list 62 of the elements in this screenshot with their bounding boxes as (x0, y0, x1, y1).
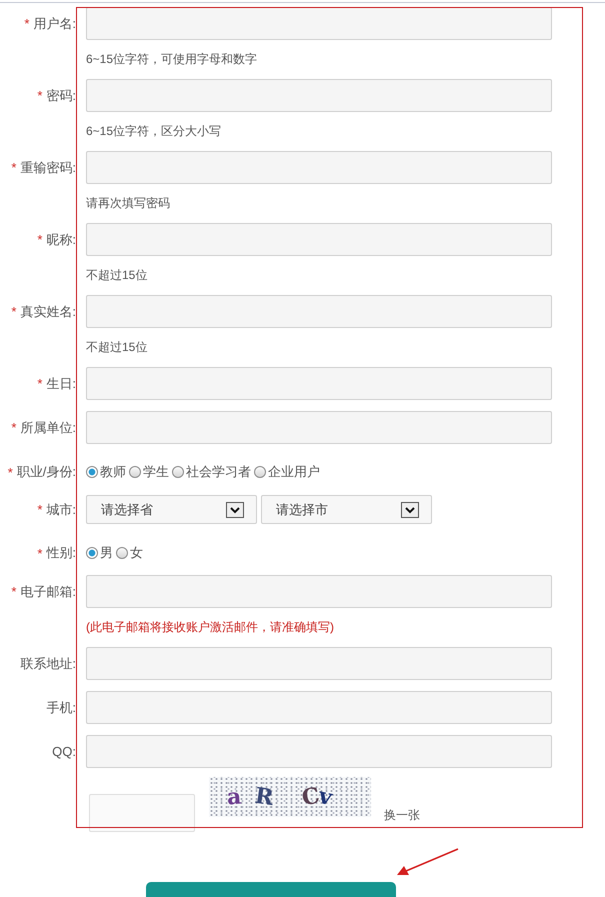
field-label: 昵称: (46, 230, 76, 248)
field-label: 重输密码: (20, 158, 76, 176)
radio-button[interactable] (86, 547, 98, 559)
required-asterisk: * (11, 420, 16, 435)
field-label: 城市: (46, 500, 76, 518)
radio-label: 女 (130, 544, 143, 562)
required-asterisk: * (37, 232, 42, 247)
required-asterisk: * (37, 376, 42, 391)
required-asterisk: * (11, 160, 16, 175)
chevron-down-icon (226, 502, 244, 518)
required-asterisk: * (37, 502, 42, 517)
radio-label: 男 (100, 544, 113, 562)
captcha-image: a R Cv (209, 777, 371, 817)
field-label: 职业/身份: (16, 463, 76, 481)
refresh-link[interactable]: 换一张 (384, 807, 420, 824)
text-input[interactable] (86, 79, 552, 112)
required-asterisk: * (24, 16, 30, 31)
field-label: 生日: (46, 374, 76, 392)
radio-button[interactable] (254, 466, 266, 478)
field-label: QQ: (52, 744, 76, 759)
text-input[interactable] (86, 7, 552, 40)
field-label: 联系地址: (20, 654, 76, 672)
field-label: 真实姓名: (20, 302, 76, 320)
captcha-input[interactable] (89, 794, 195, 832)
text-input[interactable] (86, 575, 552, 608)
field-label: 所属单位: (20, 418, 76, 436)
radio-button[interactable] (86, 466, 98, 478)
hint-text: 6~15位字符，区分大小写 (86, 123, 222, 140)
hint-text: 不超过15位 (86, 339, 148, 356)
hint-text: 不超过15位 (86, 267, 148, 284)
hint-text: 6~15位字符，可使用字母和数字 (86, 51, 258, 68)
dropdown-select[interactable]: 请选择市 (261, 495, 432, 524)
text-input[interactable] (86, 691, 552, 724)
required-asterisk: * (11, 584, 16, 599)
required-asterisk: * (8, 464, 13, 480)
radio-button[interactable] (172, 466, 184, 478)
warning-text: (此电子邮箱将接收账户激活邮件，请准确填写) (86, 619, 334, 636)
field-label: 手机: (46, 698, 76, 716)
radio-button[interactable] (129, 466, 141, 478)
text-input[interactable] (86, 151, 552, 184)
field-label: 性别: (46, 544, 76, 562)
chevron-down-icon (401, 502, 419, 518)
required-asterisk: * (37, 88, 42, 103)
radio-button[interactable] (116, 547, 128, 559)
text-input[interactable] (86, 295, 552, 328)
field-label: 用户名: (33, 14, 76, 32)
text-input[interactable] (86, 411, 552, 444)
text-input[interactable] (86, 647, 552, 680)
dropdown-select[interactable]: 请选择省 (86, 495, 257, 524)
radio-label: 学生 (143, 463, 169, 481)
radio-label: 企业用户 (268, 463, 320, 481)
required-asterisk: * (11, 304, 16, 319)
radio-label: 教师 (100, 463, 126, 481)
annotation-arrow (396, 847, 460, 877)
radio-label: 社会学习者 (186, 463, 251, 481)
text-input[interactable] (86, 367, 552, 400)
text-input[interactable] (86, 735, 552, 768)
field-label: 密码: (46, 86, 76, 104)
field-label: 电子邮箱: (20, 582, 76, 600)
required-asterisk: * (37, 546, 42, 560)
text-input[interactable] (86, 223, 552, 256)
hint-text: 请再次填写密码 (86, 195, 170, 212)
